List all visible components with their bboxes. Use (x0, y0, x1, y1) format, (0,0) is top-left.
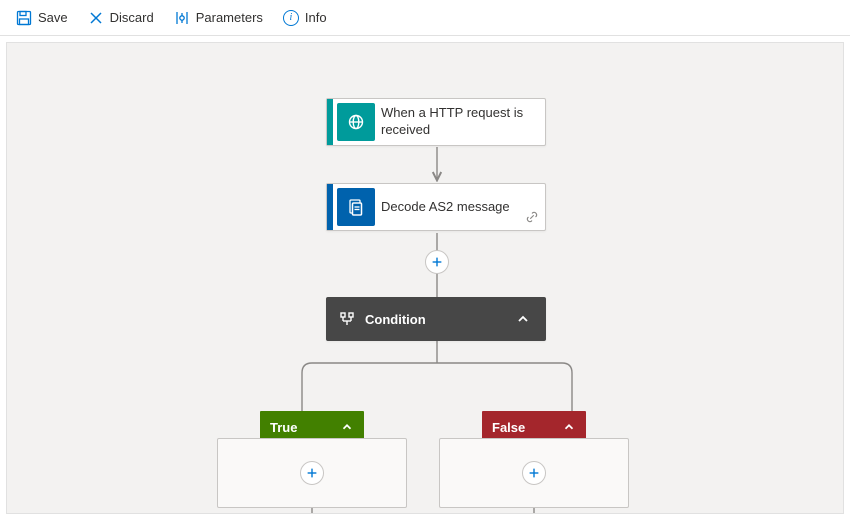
http-trigger-node[interactable]: When a HTTP request is received (326, 98, 546, 146)
chevron-up-icon (562, 420, 576, 434)
discard-button[interactable]: Discard (80, 6, 162, 30)
false-branch-container (439, 438, 629, 508)
false-label: False (492, 420, 525, 435)
decode-as2-node[interactable]: Decode AS2 message (326, 183, 546, 231)
save-label: Save (38, 10, 68, 25)
add-action-false-button[interactable] (522, 461, 546, 485)
condition-node[interactable]: Condition (326, 297, 546, 341)
node-accent (327, 99, 333, 145)
parameters-icon (174, 10, 190, 26)
info-button[interactable]: i Info (275, 6, 335, 30)
connection-icon (525, 210, 539, 227)
save-button[interactable]: Save (8, 6, 76, 30)
parameters-label: Parameters (196, 10, 263, 25)
designer-canvas[interactable]: When a HTTP request is received Decode A… (6, 42, 844, 514)
add-step-button[interactable] (425, 250, 449, 274)
info-icon: i (283, 10, 299, 26)
document-icon (337, 188, 375, 226)
true-label: True (270, 420, 297, 435)
add-action-true-button[interactable] (300, 461, 324, 485)
true-branch-container (217, 438, 407, 508)
node-accent (327, 184, 333, 230)
parameters-button[interactable]: Parameters (166, 6, 271, 30)
toolbar: Save Discard Parameters i Info (0, 0, 850, 36)
http-icon (337, 103, 375, 141)
save-icon (16, 10, 32, 26)
http-trigger-label: When a HTTP request is received (379, 99, 539, 145)
decode-as2-label: Decode AS2 message (379, 193, 520, 222)
chevron-up-icon (340, 420, 354, 434)
condition-label: Condition (365, 312, 426, 327)
close-icon (88, 10, 104, 26)
discard-label: Discard (110, 10, 154, 25)
condition-icon (339, 311, 355, 327)
info-label: Info (305, 10, 327, 25)
chevron-up-icon (515, 311, 531, 327)
